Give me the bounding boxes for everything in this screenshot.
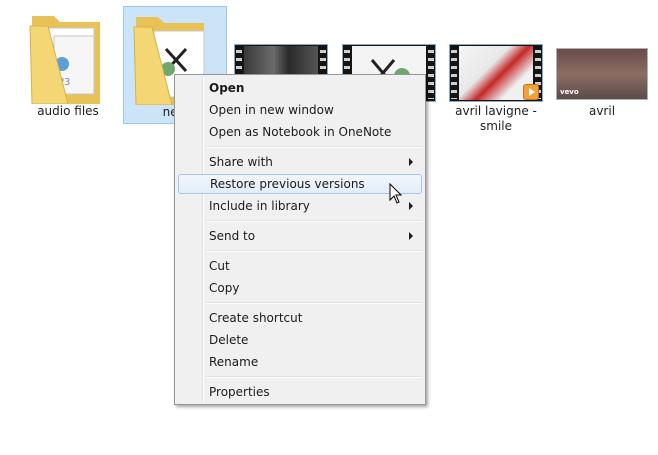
- file-item-avril-lavigne-smile[interactable]: avril lavigne - smile: [445, 6, 547, 133]
- menu-separator: [206, 250, 422, 252]
- file-label: avril: [588, 104, 616, 118]
- menu-item-restore-previous-versions[interactable]: Restore previous versions: [178, 174, 422, 194]
- menu-item-open[interactable]: Open: [178, 78, 422, 98]
- video-thumbnail: vevo: [556, 48, 648, 100]
- menu-item-create-shortcut[interactable]: Create shortcut: [178, 308, 422, 328]
- folder-icon: P3: [29, 16, 100, 104]
- file-label: audio files: [37, 104, 99, 118]
- menu-item-delete[interactable]: Delete: [178, 330, 422, 350]
- menu-separator: [206, 302, 422, 304]
- menu-separator: [206, 146, 422, 148]
- menu-item-rename[interactable]: Rename: [178, 352, 422, 372]
- menu-item-send-to[interactable]: Send to: [178, 226, 422, 246]
- menu-item-copy[interactable]: Copy: [178, 278, 422, 298]
- file-label: avril lavigne - smile: [455, 104, 537, 133]
- menu-separator: [206, 220, 422, 222]
- context-menu: Open Open in new window Open as Notebook…: [174, 74, 426, 405]
- menu-item-cut[interactable]: Cut: [178, 256, 422, 276]
- play-icon: [523, 84, 539, 100]
- menu-item-share-with[interactable]: Share with: [178, 152, 422, 172]
- menu-separator: [206, 376, 422, 378]
- menu-item-open-as-notebook-in-onenote[interactable]: Open as Notebook in OneNote: [178, 122, 422, 142]
- file-item-avril[interactable]: vevo avril: [552, 6, 652, 124]
- menu-item-open-in-new-window[interactable]: Open in new window: [178, 100, 422, 120]
- vevo-watermark: vevo: [560, 88, 579, 96]
- menu-item-properties[interactable]: Properties: [178, 382, 422, 402]
- menu-item-include-in-library[interactable]: Include in library: [178, 196, 422, 216]
- submenu-arrow-icon: [409, 158, 413, 166]
- submenu-arrow-icon: [409, 202, 413, 210]
- submenu-arrow-icon: [409, 232, 413, 240]
- mouse-pointer-icon: [389, 183, 403, 204]
- file-item-audio-files[interactable]: P3 audio files: [22, 6, 114, 124]
